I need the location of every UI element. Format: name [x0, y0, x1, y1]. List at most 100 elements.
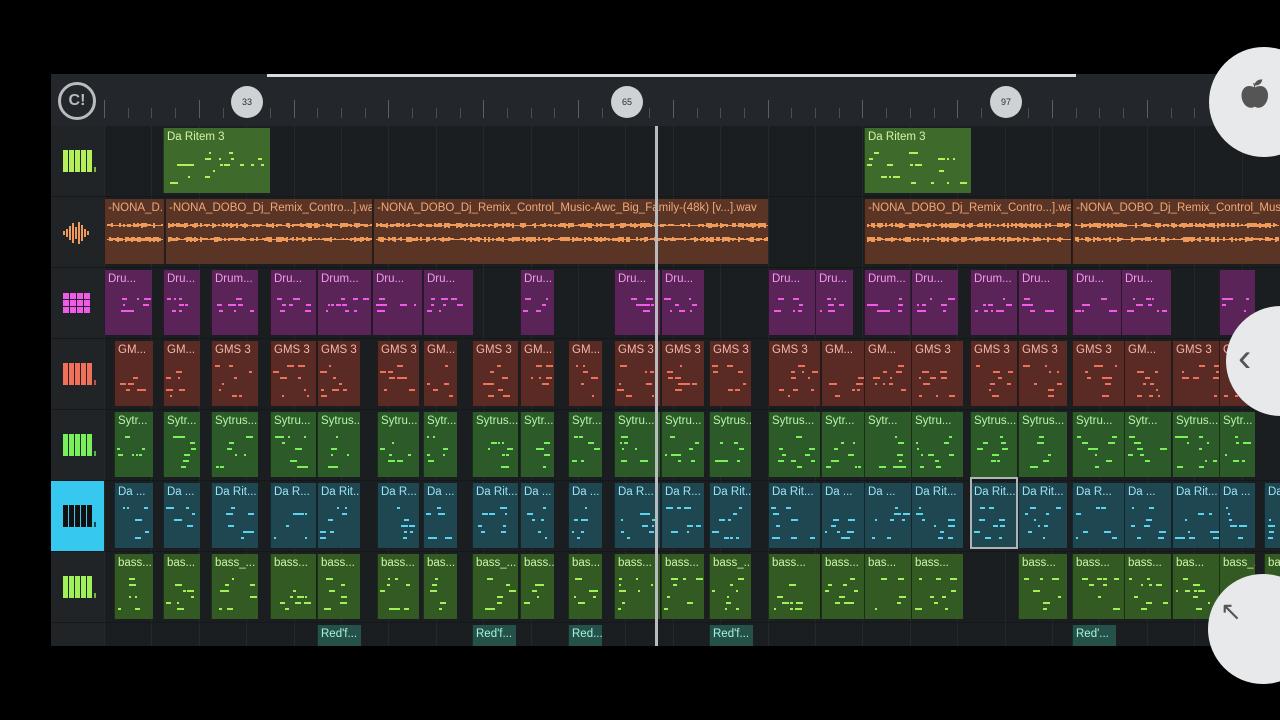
pattern-clip[interactable]: Red... [568, 625, 602, 646]
pattern-clip[interactable]: bas... [423, 554, 457, 619]
pattern-clip[interactable]: Sytru... [661, 412, 704, 477]
pattern-clip[interactable]: bass... [1124, 554, 1171, 619]
pattern-clip[interactable]: Sytr... [568, 412, 602, 477]
pattern-clip[interactable]: GM... [423, 341, 457, 406]
pattern-clip[interactable]: GMS 3 [270, 341, 316, 406]
pattern-clip[interactable]: GM... [821, 341, 866, 406]
pattern-clip[interactable]: Dru... [423, 270, 473, 335]
bar-marker-33[interactable]: 33 [231, 86, 263, 118]
pattern-clip[interactable]: GM... [520, 341, 554, 406]
pattern-clip[interactable]: Da ... [1219, 483, 1255, 548]
pattern-clip[interactable]: bass... [317, 554, 360, 619]
pattern-clip[interactable]: Sytru... [614, 412, 660, 477]
pattern-clip[interactable]: Dru... [614, 270, 660, 335]
pattern-clip[interactable]: Red'... [1072, 625, 1116, 646]
pattern-clip[interactable]: Dru... [163, 270, 200, 335]
pattern-clip[interactable]: Sytrus... [1172, 412, 1224, 477]
pattern-clip[interactable]: Dru... [270, 270, 316, 335]
pattern-clip[interactable]: Da R... [270, 483, 316, 548]
track-header-6[interactable] [51, 481, 104, 552]
pattern-clip[interactable]: Dru... [768, 270, 815, 335]
pattern-clip[interactable]: Drum... [864, 270, 910, 335]
pattern-clip[interactable]: GMS 3 [709, 341, 751, 406]
pattern-clip[interactable]: Da Rit... [768, 483, 820, 548]
track-header-8[interactable] [51, 623, 104, 646]
pattern-clip[interactable]: bass... [270, 554, 316, 619]
pattern-clip[interactable]: GMS 3 [970, 341, 1017, 406]
pattern-clip[interactable]: Dru... [520, 270, 554, 335]
pattern-clip[interactable]: bas... [163, 554, 200, 619]
pattern-clip[interactable]: Da Rit... [709, 483, 751, 548]
pattern-clip[interactable]: Sytrus... [768, 412, 820, 477]
pattern-clip[interactable]: GM... [864, 341, 912, 406]
pattern-clip[interactable]: GM... [568, 341, 602, 406]
pattern-clip[interactable]: Da R... [661, 483, 704, 548]
pattern-clip[interactable]: Sytrus... [317, 412, 360, 477]
pattern-clip[interactable]: Sytr... [1219, 412, 1255, 477]
pattern-clip[interactable]: Dru... [104, 270, 152, 335]
pattern-clip[interactable]: Drum... [970, 270, 1017, 335]
pattern-clip[interactable]: Dru... [1072, 270, 1122, 335]
pattern-clip[interactable]: Dru... [911, 270, 958, 335]
pattern-clip[interactable]: GMS 3 [1172, 341, 1224, 406]
pattern-clip[interactable]: Dru... [661, 270, 704, 335]
pattern-clip[interactable]: Sytr... [821, 412, 866, 477]
pattern-clip[interactable]: Sytrus... [472, 412, 518, 477]
track-header-1[interactable] [51, 126, 104, 197]
pattern-clip[interactable]: Da R... [377, 483, 419, 548]
pattern-clip[interactable]: bas... [864, 554, 912, 619]
pattern-clip[interactable]: Sytru... [1072, 412, 1124, 477]
track-header-2[interactable] [51, 197, 104, 268]
pattern-clip[interactable]: bass... [911, 554, 963, 619]
pattern-clip[interactable]: Da R... [614, 483, 660, 548]
track-header-7[interactable] [51, 552, 104, 623]
pattern-clip[interactable]: GMS 3 [768, 341, 820, 406]
pattern-clip[interactable]: Da ... [568, 483, 602, 548]
pattern-clip[interactable]: Da Rit... [317, 483, 360, 548]
pattern-clip[interactable]: -NONA_DOBO_Dj_Remix_Control_Music- [1072, 199, 1280, 264]
pattern-clip[interactable]: Dru... [815, 270, 853, 335]
pattern-clip[interactable]: bass... [768, 554, 820, 619]
pattern-clip[interactable]: bass... [661, 554, 704, 619]
pattern-clip[interactable]: bas... [568, 554, 602, 619]
pattern-clip[interactable]: bass... [114, 554, 153, 619]
pattern-clip[interactable]: Sytrus... [970, 412, 1017, 477]
pattern-clip[interactable]: -NONA_DOBO_Dj_Remix_Control_Music-Awc_Bi… [373, 199, 768, 264]
pattern-clip[interactable]: GMS 3 [661, 341, 704, 406]
pattern-clip[interactable]: Da ... [1124, 483, 1171, 548]
pattern-clip[interactable]: Da R... [1072, 483, 1124, 548]
pattern-clip[interactable]: GMS 3 [472, 341, 518, 406]
pattern-clip[interactable]: GMS 3 [211, 341, 258, 406]
pattern-clip[interactable]: Drum... [211, 270, 258, 335]
pattern-clip[interactable]: -NONA_DOBO_Dj_Remix_Contro...].wav [864, 199, 1071, 264]
pattern-clip[interactable]: -NONA_D... [104, 199, 164, 264]
loop-range-bar[interactable] [267, 74, 1076, 77]
pattern-clip[interactable]: Dru... [1018, 270, 1067, 335]
pattern-clip[interactable]: Sytr... [163, 412, 200, 477]
pattern-clip[interactable]: Da ... [423, 483, 457, 548]
pattern-clip[interactable]: Red'f... [709, 625, 753, 646]
pattern-clip[interactable]: Sytru... [377, 412, 419, 477]
pattern-clip[interactable]: GM... [1124, 341, 1171, 406]
pattern-clip[interactable]: bass_... [472, 554, 518, 619]
pattern-clip[interactable]: bass... [377, 554, 419, 619]
pattern-clip[interactable]: Red'f... [317, 625, 361, 646]
pattern-clip[interactable]: Sytr... [114, 412, 153, 477]
pattern-clip[interactable]: Da Ritem 3 [864, 128, 971, 193]
pattern-clip[interactable]: bass... [821, 554, 866, 619]
pattern-clip[interactable]: Da Rit... [1018, 483, 1067, 548]
pattern-clip[interactable]: GMS 3 [614, 341, 660, 406]
bar-marker-97[interactable]: 97 [990, 86, 1022, 118]
pattern-clip[interactable]: Sytrus... [709, 412, 751, 477]
pattern-clip[interactable]: Sytrus... [211, 412, 258, 477]
pattern-clip[interactable]: GMS 3 [1072, 341, 1124, 406]
pattern-clip[interactable]: Sytru... [911, 412, 963, 477]
fl-logo-button[interactable]: C! [58, 82, 96, 120]
pattern-clip[interactable]: GMS 3 [317, 341, 360, 406]
pattern-clip[interactable]: Da ... [864, 483, 912, 548]
pattern-clip[interactable]: GM... [114, 341, 153, 406]
pattern-clip[interactable]: bass... [614, 554, 660, 619]
pattern-clip[interactable]: Sytr... [864, 412, 912, 477]
pattern-clip[interactable]: Dru... [372, 270, 422, 335]
pattern-clip[interactable]: Da ... [520, 483, 554, 548]
